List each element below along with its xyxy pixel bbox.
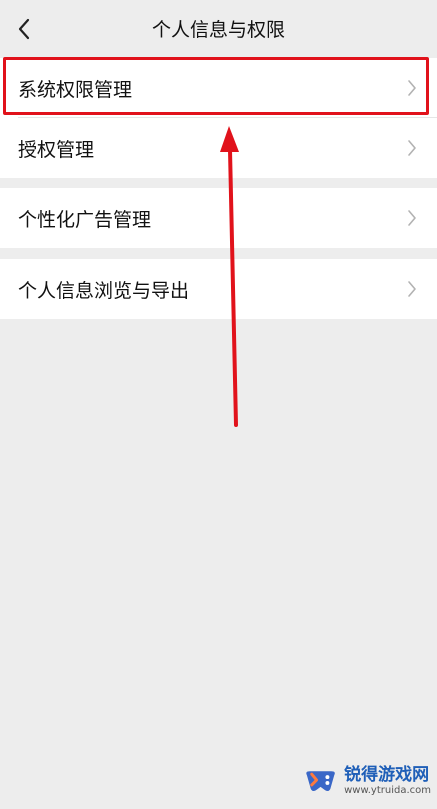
chevron-right-icon <box>408 210 416 226</box>
watermark-url: www.ytruida.com <box>344 785 431 796</box>
chevron-right-icon <box>408 80 416 96</box>
item-label: 授权管理 <box>18 138 95 161</box>
authorization-item[interactable]: 授权管理 <box>0 118 437 178</box>
item-label: 系统权限管理 <box>18 78 133 101</box>
page-title: 个人信息与权限 <box>151 19 285 41</box>
chevron-right-icon <box>408 140 416 156</box>
personalized-ads-item[interactable]: 个性化广告管理 <box>0 188 437 248</box>
system-permission-item[interactable]: 系统权限管理 <box>0 58 437 118</box>
item-label: 个人信息浏览与导出 <box>18 279 190 302</box>
settings-group-2: 个性化广告管理 <box>0 188 437 248</box>
item-label: 个性化广告管理 <box>18 208 152 231</box>
nav-bar: 个人信息与权限 <box>0 0 437 58</box>
settings-group-1: 系统权限管理 授权管理 <box>0 58 437 178</box>
settings-group-3: 个人信息浏览与导出 <box>0 259 437 319</box>
chevron-right-icon <box>408 281 416 297</box>
personal-info-export-item[interactable]: 个人信息浏览与导出 <box>0 259 437 319</box>
watermark-brand: 锐得游戏网 <box>344 765 430 785</box>
gamepad-logo-icon <box>306 771 335 792</box>
watermark: 锐得游戏网 www.ytruida.com <box>301 757 431 805</box>
